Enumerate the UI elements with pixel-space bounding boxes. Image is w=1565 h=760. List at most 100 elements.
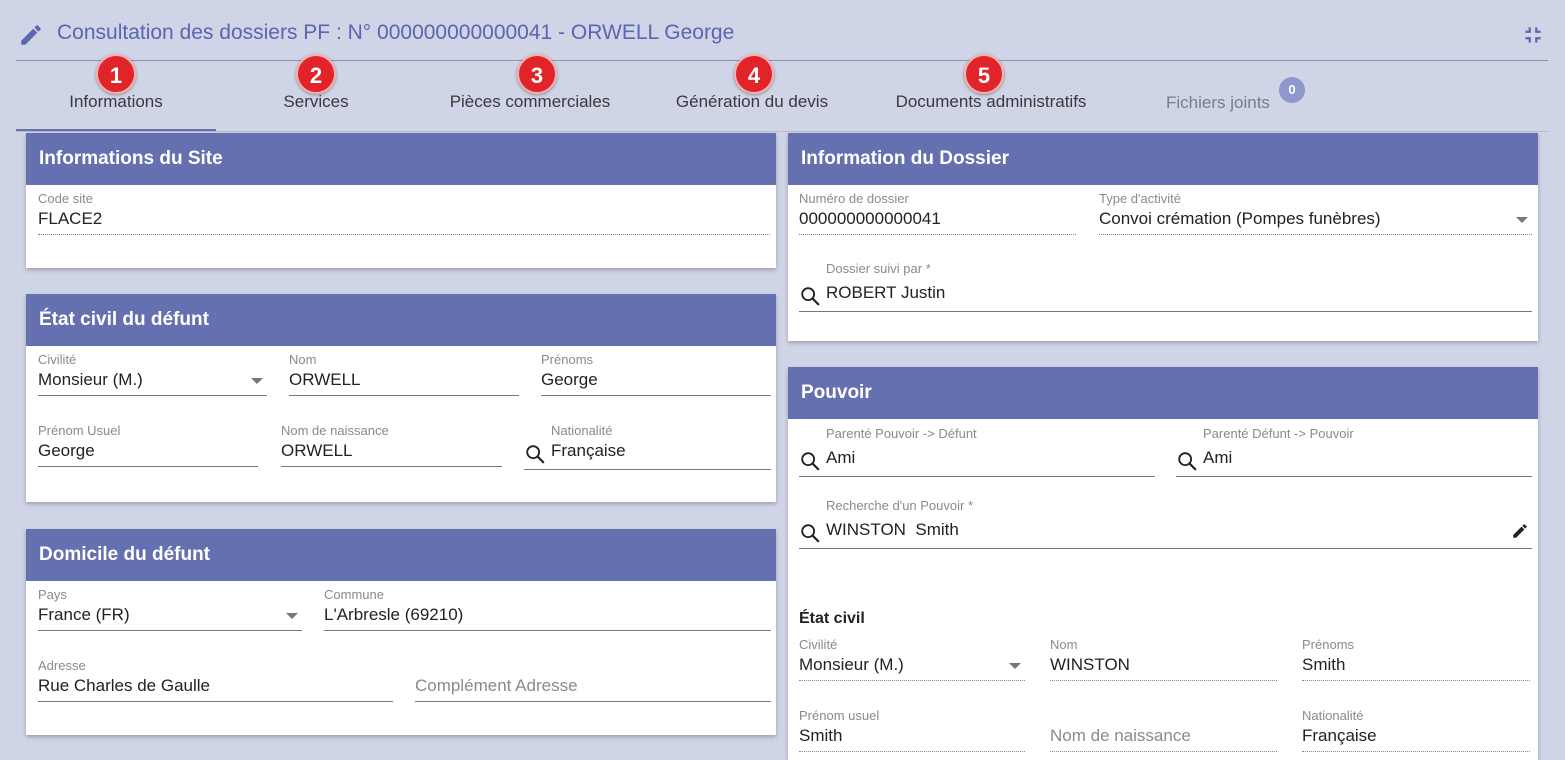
pouvoir-civilite-select[interactable]: Civilité Monsieur (M.) <box>799 637 1025 687</box>
pouvoir-prenom-usuel-label: Prénom usuel <box>799 708 880 723</box>
pouvoir-nom-naissance-field[interactable]: Nom de naissance <box>1050 708 1277 758</box>
nom-naissance-label: Nom de naissance <box>281 423 389 438</box>
field-underline <box>799 311 1532 312</box>
pouvoir-etat-civil-heading: État civil <box>799 610 865 627</box>
tab-pieces-commerciales[interactable]: 3 Pièces commerciales <box>430 54 630 132</box>
dossier-card: Information du Dossier Numéro de dossier… <box>788 133 1538 341</box>
type-activite-select[interactable]: Type d'activité Convoi crémation (Pompes… <box>1099 191 1532 241</box>
pouvoir-prenoms-label: Prénoms <box>1302 637 1355 652</box>
prenom-usuel-field[interactable]: Prénom Usuel George <box>38 423 258 473</box>
search-icon[interactable] <box>799 285 821 307</box>
header-divider <box>16 60 1548 61</box>
pouvoir-prenom-usuel-value: Smith <box>799 726 843 745</box>
tab-services[interactable]: 2 Services <box>216 54 416 132</box>
tab-label: Génération du devis <box>675 92 829 111</box>
nom-value: ORWELL <box>289 370 361 389</box>
pencil-icon[interactable] <box>18 22 44 48</box>
etat-civil-card: État civil du défunt Civilité Monsieur (… <box>26 294 776 502</box>
site-card: Informations du Site Code site FLACE2 <box>26 133 776 268</box>
pencil-icon[interactable] <box>1511 522 1529 540</box>
domicile-card: Domicile du défunt Pays France (FR) Comm… <box>26 529 776 735</box>
pouvoir-card-title: Pouvoir <box>788 367 1538 419</box>
chevron-down-icon <box>286 613 298 619</box>
prenom-usuel-label: Prénom Usuel <box>38 423 121 438</box>
field-underline <box>1302 680 1530 681</box>
numero-dossier-value: 000000000000041 <box>799 209 941 228</box>
field-underline <box>799 680 1025 681</box>
field-underline <box>38 630 302 631</box>
dossier-suivi-par-value: ROBERT Justin <box>826 283 946 302</box>
attachments-count-badge: 0 <box>1279 77 1305 103</box>
collapse-icon[interactable] <box>1520 22 1546 48</box>
field-underline <box>541 395 771 396</box>
field-underline <box>38 395 267 396</box>
tab-label: Informations <box>69 92 163 111</box>
code-site-value: FLACE2 <box>38 209 103 228</box>
dossier-suivi-par-label: Dossier suivi par * <box>826 261 931 276</box>
pouvoir-card: Pouvoir Parenté Pouvoir -> Défunt Ami Pa… <box>788 367 1538 760</box>
search-icon[interactable] <box>524 443 546 465</box>
field-underline <box>38 234 770 235</box>
code-site-field[interactable]: Code site FLACE2 <box>38 191 770 241</box>
field-underline <box>289 395 519 396</box>
field-underline <box>1176 476 1532 477</box>
tab-label: Pièces commerciales <box>449 92 611 111</box>
nationalite-search-field[interactable]: Nationalité Française <box>524 423 771 475</box>
pouvoir-prenom-usuel-field[interactable]: Prénom usuel Smith <box>799 708 1025 758</box>
dossier-suivi-par-field[interactable]: Dossier suivi par * ROBERT Justin <box>799 261 1532 315</box>
tab-generation-devis[interactable]: 4 Génération du devis <box>652 54 852 132</box>
pouvoir-nom-label: Nom <box>1050 637 1078 652</box>
civilite-select[interactable]: Civilité Monsieur (M.) <box>38 352 267 402</box>
field-underline <box>415 701 771 702</box>
nom-naissance-field[interactable]: Nom de naissance ORWELL <box>281 423 502 473</box>
step-badge-3: 3 <box>517 54 557 94</box>
pouvoir-civilite-label: Civilité <box>799 637 838 652</box>
chevron-down-icon <box>251 378 263 384</box>
nom-label: Nom <box>289 352 317 367</box>
adresse-value: Rue Charles de Gaulle <box>38 676 210 695</box>
tab-fichiers-joints[interactable]: Fichiers joints 0 <box>1136 62 1306 132</box>
field-underline <box>38 466 258 467</box>
civilite-label: Civilité <box>38 352 77 367</box>
search-icon[interactable] <box>1176 450 1198 472</box>
field-underline <box>524 469 771 470</box>
search-icon[interactable] <box>799 522 821 544</box>
search-icon[interactable] <box>799 450 821 472</box>
pouvoir-nom-field[interactable]: Nom WINSTON <box>1050 637 1277 687</box>
step-badge-1: 1 <box>96 54 136 94</box>
recherche-pouvoir-field[interactable]: Recherche d'un Pouvoir * WINSTON Smith <box>799 498 1532 552</box>
commune-field[interactable]: Commune L'Arbresle (69210) <box>324 587 771 637</box>
pays-value: France (FR) <box>38 605 130 624</box>
prenoms-field[interactable]: Prénoms George <box>541 352 771 402</box>
pays-select[interactable]: Pays France (FR) <box>38 587 302 637</box>
tab-bar: 1 Informations 2 Services 3 Pièces comme… <box>16 54 1548 132</box>
field-underline <box>799 476 1155 477</box>
parente-pouvoir-defunt-field[interactable]: Parenté Pouvoir -> Défunt Ami <box>799 426 1155 480</box>
prenoms-label: Prénoms <box>541 352 594 367</box>
complement-adresse-field[interactable]: Complément Adresse <box>415 658 771 708</box>
pouvoir-civilite-value: Monsieur (M.) <box>799 655 904 674</box>
prenom-usuel-value: George <box>38 441 95 460</box>
nom-field[interactable]: Nom ORWELL <box>289 352 519 402</box>
parente-pouvoir-defunt-label: Parenté Pouvoir -> Défunt <box>826 426 977 441</box>
pouvoir-prenoms-field[interactable]: Prénoms Smith <box>1302 637 1530 687</box>
tab-informations[interactable]: 1 Informations <box>16 54 216 132</box>
nom-naissance-value: ORWELL <box>281 441 353 460</box>
adresse-field[interactable]: Adresse Rue Charles de Gaulle <box>38 658 393 708</box>
chevron-down-icon <box>1516 217 1528 223</box>
field-underline <box>324 630 771 631</box>
pouvoir-nom-naissance-placeholder: Nom de naissance <box>1050 726 1191 745</box>
parente-defunt-pouvoir-value: Ami <box>1203 448 1233 467</box>
pouvoir-nationalite-field[interactable]: Nationalité Française <box>1302 708 1530 758</box>
type-activite-label: Type d'activité <box>1099 191 1181 206</box>
tab-documents-administratifs[interactable]: 5 Documents administratifs <box>876 54 1106 132</box>
parente-defunt-pouvoir-field[interactable]: Parenté Défunt -> Pouvoir Ami <box>1176 426 1532 480</box>
tab-label: Documents administratifs <box>895 92 1087 111</box>
tab-label: Services <box>283 92 349 111</box>
nationalite-value: Française <box>551 441 626 460</box>
field-underline <box>1302 751 1530 752</box>
commune-value: L'Arbresle (69210) <box>324 605 464 624</box>
tabs-divider <box>16 131 1548 132</box>
numero-dossier-field: Numéro de dossier 000000000000041 <box>799 191 1076 241</box>
etat-civil-card-title: État civil du défunt <box>26 294 776 346</box>
